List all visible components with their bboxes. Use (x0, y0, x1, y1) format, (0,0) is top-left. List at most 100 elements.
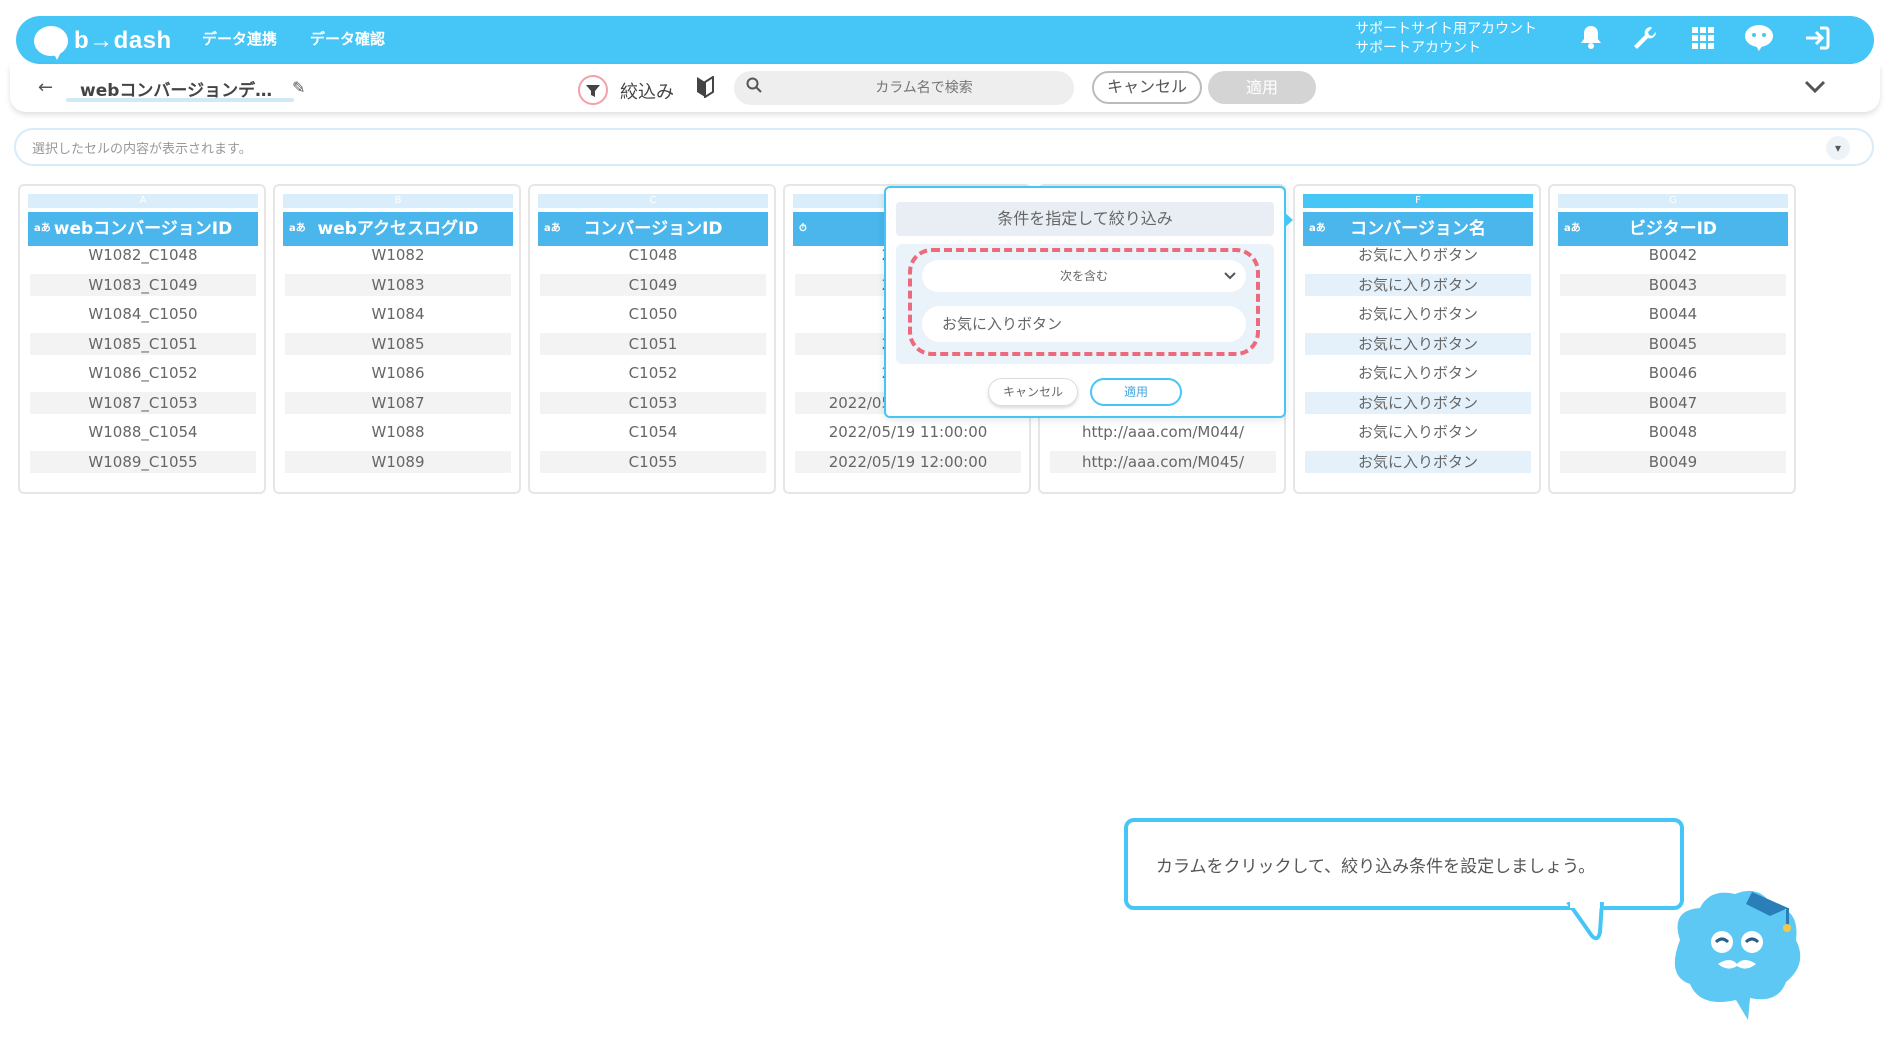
account-info[interactable]: サポートサイト用アカウント サポートアカウント (1355, 20, 1555, 58)
cell-content-text: 選択したセルの内容が表示されます。 (32, 142, 252, 157)
pencil-icon[interactable]: ✎ (292, 76, 314, 100)
column-header-label: ビジターID (1628, 219, 1718, 239)
column-header[interactable]: aあ コンバージョン名 (1303, 212, 1533, 246)
hint-text: カラムをクリックして、絞り込み条件を設定しましょう。 (1156, 857, 1596, 877)
column-2[interactable]: Caあ コンバージョンID C1048 C1049 C1050 C1051 C1052 C10… (528, 184, 776, 494)
table-cell[interactable]: W1082 (285, 244, 511, 266)
table-cell[interactable]: C1049 (540, 274, 766, 296)
column-1[interactable]: Baあ webアクセスログID W1082 W1083 W1084 W1085 W1086 W… (273, 184, 521, 494)
table-cell[interactable]: W1084 (285, 303, 511, 325)
popup-cancel-button[interactable]: キャンセル (988, 378, 1078, 406)
column-header-label: webコンバージョンID (53, 219, 233, 239)
column-letter: B (283, 194, 513, 208)
condition-value-input[interactable]: お気に入りボタン (922, 306, 1246, 342)
table-cell[interactable]: W1089 (285, 451, 511, 473)
filter-icon[interactable] (578, 75, 608, 105)
logo-bubble-icon (34, 26, 68, 60)
mascot-character-icon (1674, 890, 1801, 1020)
beginner-mark-icon[interactable] (696, 75, 720, 102)
bdash-logo[interactable]: b→dash (34, 22, 174, 60)
search-icon (746, 77, 766, 99)
table-cell[interactable]: お気に入りボタン (1305, 421, 1531, 443)
table-cell[interactable]: お気に入りボタン (1305, 244, 1531, 266)
table-cell[interactable]: B0047 (1560, 392, 1786, 414)
table-cell[interactable]: お気に入りボタン (1305, 274, 1531, 296)
column-6[interactable]: Gaあ ビジターID B0042 B0043 B0044 B0045 B0046 B0047 B… (1548, 184, 1796, 494)
nav-data-check[interactable]: データ確認 (310, 28, 400, 54)
grid-icon[interactable] (1686, 24, 1720, 58)
table-cell[interactable]: お気に入りボタン (1305, 333, 1531, 355)
cell-bar-chevron-icon[interactable]: ▾ (1826, 136, 1850, 160)
table-cell[interactable]: W1085_C1051 (30, 333, 256, 355)
table-cell[interactable]: B0049 (1560, 451, 1786, 473)
condition-select[interactable]: 次を含む (922, 260, 1246, 292)
popup-title: 条件を指定して絞り込み (896, 202, 1274, 236)
table-cell[interactable]: お気に入りボタン (1305, 362, 1531, 384)
table-cell[interactable]: W1087 (285, 392, 511, 414)
column-letter: F (1303, 194, 1533, 208)
table-cell[interactable]: B0044 (1560, 303, 1786, 325)
table-cell[interactable]: B0046 (1560, 362, 1786, 384)
table-cell[interactable]: 2022/05/19 11:00:00 (795, 421, 1021, 443)
table-cell[interactable]: http://aaa.com/M045/ (1050, 451, 1276, 473)
table-cell[interactable]: W1084_C1050 (30, 303, 256, 325)
table-cell[interactable]: W1086 (285, 362, 511, 384)
table-cell[interactable]: C1052 (540, 362, 766, 384)
account-line2: サポートアカウント (1355, 40, 1481, 56)
table-cell[interactable]: W1083 (285, 274, 511, 296)
table-cell[interactable]: B0045 (1560, 333, 1786, 355)
column-letter: G (1558, 194, 1788, 208)
dataset-name-underline (66, 98, 294, 102)
chevron-down-icon[interactable] (1800, 74, 1830, 102)
table-cell[interactable]: W1086_C1052 (30, 362, 256, 384)
column-5[interactable]: Faあ コンバージョン名 お気に入りボタン お気に入りボタン お気に入りボタン お気に入り… (1293, 184, 1541, 494)
chevron-down-icon[interactable] (1220, 266, 1240, 286)
wrench-icon[interactable] (1628, 24, 1662, 58)
dataset-name[interactable]: webコンバージョンデ… (80, 76, 280, 100)
table-cell[interactable]: 2022/05/19 12:00:00 (795, 451, 1021, 473)
back-arrow-icon[interactable]: ← (38, 76, 58, 100)
apply-button[interactable]: 適用 (1208, 71, 1316, 104)
table-cell[interactable]: W1085 (285, 333, 511, 355)
column-letter: C (538, 194, 768, 208)
chat-icon[interactable] (1742, 24, 1776, 58)
column-header-label: コンバージョンID (583, 219, 723, 239)
table-cell[interactable]: W1088_C1054 (30, 421, 256, 443)
column-header[interactable]: aあ webコンバージョンID (28, 212, 258, 246)
table-cell[interactable]: お気に入りボタン (1305, 392, 1531, 414)
column-header-label: webアクセスログID (317, 219, 479, 239)
table-cell[interactable]: お気に入りボタン (1305, 303, 1531, 325)
column-header[interactable]: aあ ビジターID (1558, 212, 1788, 246)
table-cell[interactable]: C1048 (540, 244, 766, 266)
column-header[interactable]: aあ コンバージョンID (538, 212, 768, 246)
table-cell[interactable]: C1054 (540, 421, 766, 443)
table-cell[interactable]: C1051 (540, 333, 766, 355)
cancel-button[interactable]: キャンセル (1092, 71, 1202, 104)
table-cell[interactable]: W1087_C1053 (30, 392, 256, 414)
popup-apply-button[interactable]: 適用 (1090, 378, 1182, 406)
logo-text: b→dash (74, 27, 172, 54)
column-header-label: コンバージョン名 (1350, 219, 1486, 239)
table-cell[interactable]: W1089_C1055 (30, 451, 256, 473)
table-cell[interactable]: B0048 (1560, 421, 1786, 443)
table-cell[interactable]: C1053 (540, 392, 766, 414)
column-letter: A (28, 194, 258, 208)
column-search-input[interactable] (734, 71, 1074, 105)
column-header[interactable]: aあ webアクセスログID (283, 212, 513, 246)
nav-data-integration[interactable]: データ連携 (202, 28, 292, 54)
table-cell[interactable]: http://aaa.com/M044/ (1050, 421, 1276, 443)
table-cell[interactable]: C1055 (540, 451, 766, 473)
table-cell[interactable]: W1083_C1049 (30, 274, 256, 296)
table-cell[interactable]: W1088 (285, 421, 511, 443)
filter-label[interactable]: 絞込み (620, 78, 700, 103)
table-cell[interactable]: B0043 (1560, 274, 1786, 296)
table-cell[interactable]: W1082_C1048 (30, 244, 256, 266)
table-cell[interactable]: B0042 (1560, 244, 1786, 266)
popup-pointer (1284, 212, 1293, 228)
bell-icon[interactable] (1574, 24, 1608, 58)
logout-icon[interactable] (1800, 24, 1834, 58)
speech-bubble-tail (1566, 902, 1604, 941)
column-0[interactable]: Aaあ webコンバージョンID W1082_C1048 W1083_C1049 W10… (18, 184, 266, 494)
table-cell[interactable]: C1050 (540, 303, 766, 325)
table-cell[interactable]: お気に入りボタン (1305, 451, 1531, 473)
